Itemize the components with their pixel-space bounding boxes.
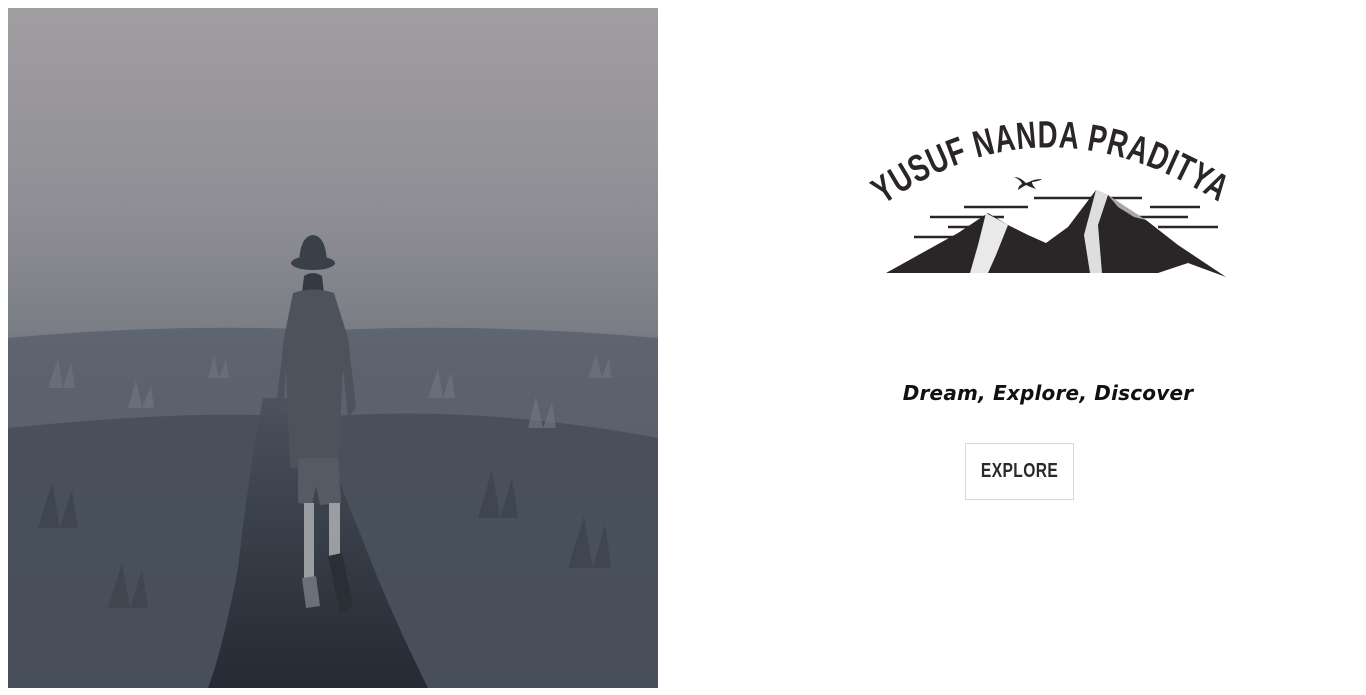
explore-button[interactable]: EXPLORE: [965, 443, 1074, 500]
brand-logo[interactable]: YUSUF NANDA PRADITYA: [858, 95, 1258, 295]
mountain-eagle-logo-icon: YUSUF NANDA PRADITYA: [865, 114, 1235, 277]
tagline: Dream, Explore, Discover: [902, 381, 1194, 405]
right-panel: YUSUF NANDA PRADITYA Dream, Explore, Dis…: [658, 0, 1366, 695]
explore-button-label: EXPLORE: [980, 460, 1059, 482]
landing-page: YUSUF NANDA PRADITYA Dream, Explore, Dis…: [0, 0, 1366, 695]
hiker-in-fog-image: [8, 8, 658, 688]
hero-photo: [8, 8, 658, 688]
